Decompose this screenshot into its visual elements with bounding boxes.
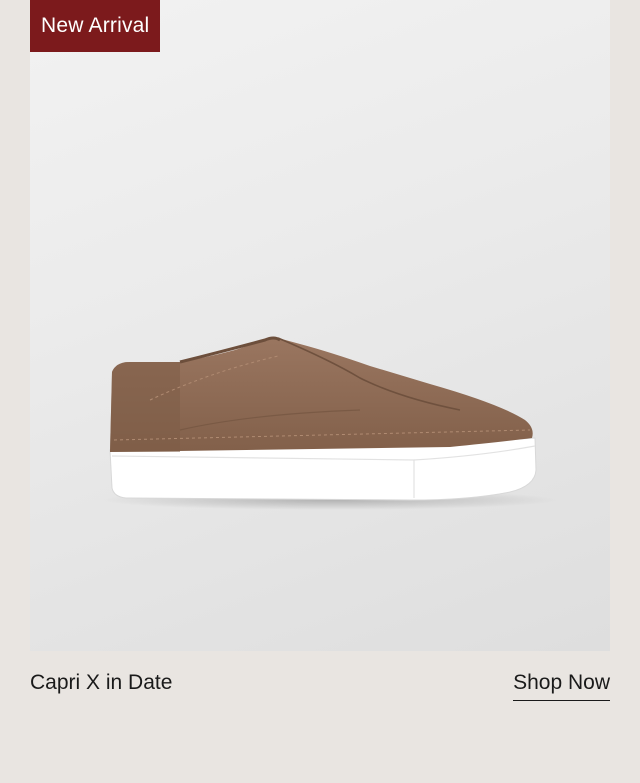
shop-now-link[interactable]: Shop Now	[513, 670, 610, 701]
product-name[interactable]: Capri X in Date	[30, 670, 172, 696]
product-card[interactable]: New Arrival Capri X in Date Shop Now	[0, 0, 640, 783]
new-arrival-badge: New Arrival	[30, 0, 161, 52]
sneaker-illustration	[100, 336, 560, 510]
product-image[interactable]	[30, 0, 610, 651]
